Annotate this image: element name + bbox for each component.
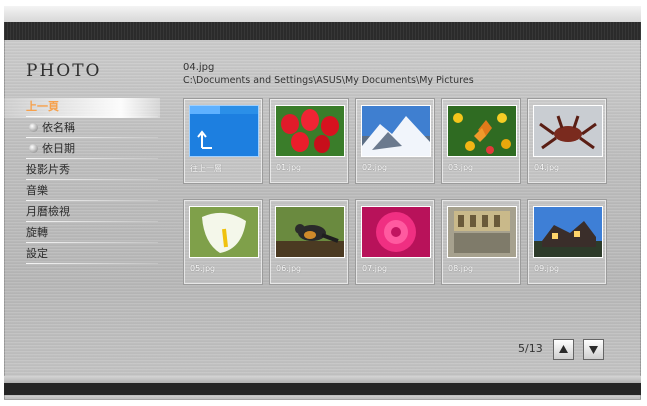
sidebar-item-sort-by-name[interactable]: 依名稱	[26, 117, 158, 138]
photo-thumbnail	[447, 206, 517, 258]
tile-caption: 04.jpg	[534, 163, 560, 172]
tile-caption: 05.jpg	[190, 264, 216, 273]
tile-photo-06[interactable]: 06.jpg	[269, 199, 349, 285]
tile-photo-05[interactable]: 05.jpg	[183, 199, 263, 285]
sidebar-item-label: 上一頁	[26, 100, 59, 113]
radio-bullet-icon	[29, 144, 38, 153]
photo-thumbnail	[447, 105, 517, 157]
page-indicator: 5/13	[518, 342, 543, 355]
top-bar	[4, 22, 641, 40]
bottom-bar	[4, 383, 641, 395]
photo-thumbnail	[533, 105, 603, 157]
top-gloss	[4, 6, 641, 22]
photo-thumbnail	[361, 105, 431, 157]
current-folder-path: C:\Documents and Settings\ASUS\My Docume…	[183, 75, 474, 86]
tile-caption: 03.jpg	[448, 163, 474, 172]
tile-photo-07[interactable]: 07.jpg	[355, 199, 435, 285]
tile-caption: 09.jpg	[534, 264, 560, 273]
photo-thumbnail	[189, 206, 259, 258]
sidebar-item-settings[interactable]: 設定	[26, 243, 158, 264]
tile-photo-08[interactable]: 08.jpg	[441, 199, 521, 285]
sidebar-item-label: 依日期	[42, 142, 75, 155]
tile-caption: 01.jpg	[276, 163, 302, 172]
page-up-button[interactable]	[553, 339, 574, 360]
tile-photo-09[interactable]: 09.jpg	[527, 199, 607, 285]
sidebar-item-back[interactable]: 上一頁	[26, 96, 158, 117]
page-down-button[interactable]	[583, 339, 604, 360]
triangle-up-icon	[559, 345, 568, 353]
folder-up-icon	[189, 105, 259, 157]
sidebar-item-label: 投影片秀	[26, 163, 70, 176]
tile-photo-04[interactable]: 04.jpg	[527, 98, 607, 184]
sidebar-item-label: 旋轉	[26, 226, 48, 239]
radio-bullet-icon	[29, 123, 38, 132]
sidebar-item-rotate[interactable]: 旋轉	[26, 222, 158, 243]
photo-thumbnail	[275, 206, 345, 258]
sidebar: 上一頁 依名稱 依日期 投影片秀 音樂 月曆檢視 旋轉 設定	[26, 96, 158, 264]
sidebar-item-slideshow[interactable]: 投影片秀	[26, 159, 158, 180]
sidebar-item-label: 音樂	[26, 184, 48, 197]
photo-thumbnail	[275, 105, 345, 157]
tile-caption: 02.jpg	[362, 163, 388, 172]
tile-caption: 往上一層	[190, 164, 222, 173]
triangle-down-icon	[589, 346, 598, 354]
tile-photo-03[interactable]: 03.jpg	[441, 98, 521, 184]
sidebar-item-label: 設定	[26, 247, 48, 260]
tile-photo-02[interactable]: 02.jpg	[355, 98, 435, 184]
sidebar-item-music[interactable]: 音樂	[26, 180, 158, 201]
sidebar-item-label: 依名稱	[42, 121, 75, 134]
sidebar-item-label: 月曆檢視	[26, 205, 70, 218]
tile-parent-folder[interactable]: 往上一層	[183, 98, 263, 184]
tile-caption: 08.jpg	[448, 264, 474, 273]
photo-thumbnail	[361, 206, 431, 258]
app-title: PHOTO	[26, 61, 102, 81]
tile-caption: 06.jpg	[276, 264, 302, 273]
photo-thumbnail	[533, 206, 603, 258]
thumbnail-grid: 往上一層 01.jpg 02.jpg 03.jpg 04.jpg 05.jpg …	[183, 98, 623, 288]
sidebar-item-sort-by-date[interactable]: 依日期	[26, 138, 158, 159]
tile-caption: 07.jpg	[362, 264, 388, 273]
sidebar-item-calendar-view[interactable]: 月曆檢視	[26, 201, 158, 222]
tile-photo-01[interactable]: 01.jpg	[269, 98, 349, 184]
bottom-gloss	[4, 376, 641, 383]
selected-file-name: 04.jpg	[183, 62, 215, 73]
